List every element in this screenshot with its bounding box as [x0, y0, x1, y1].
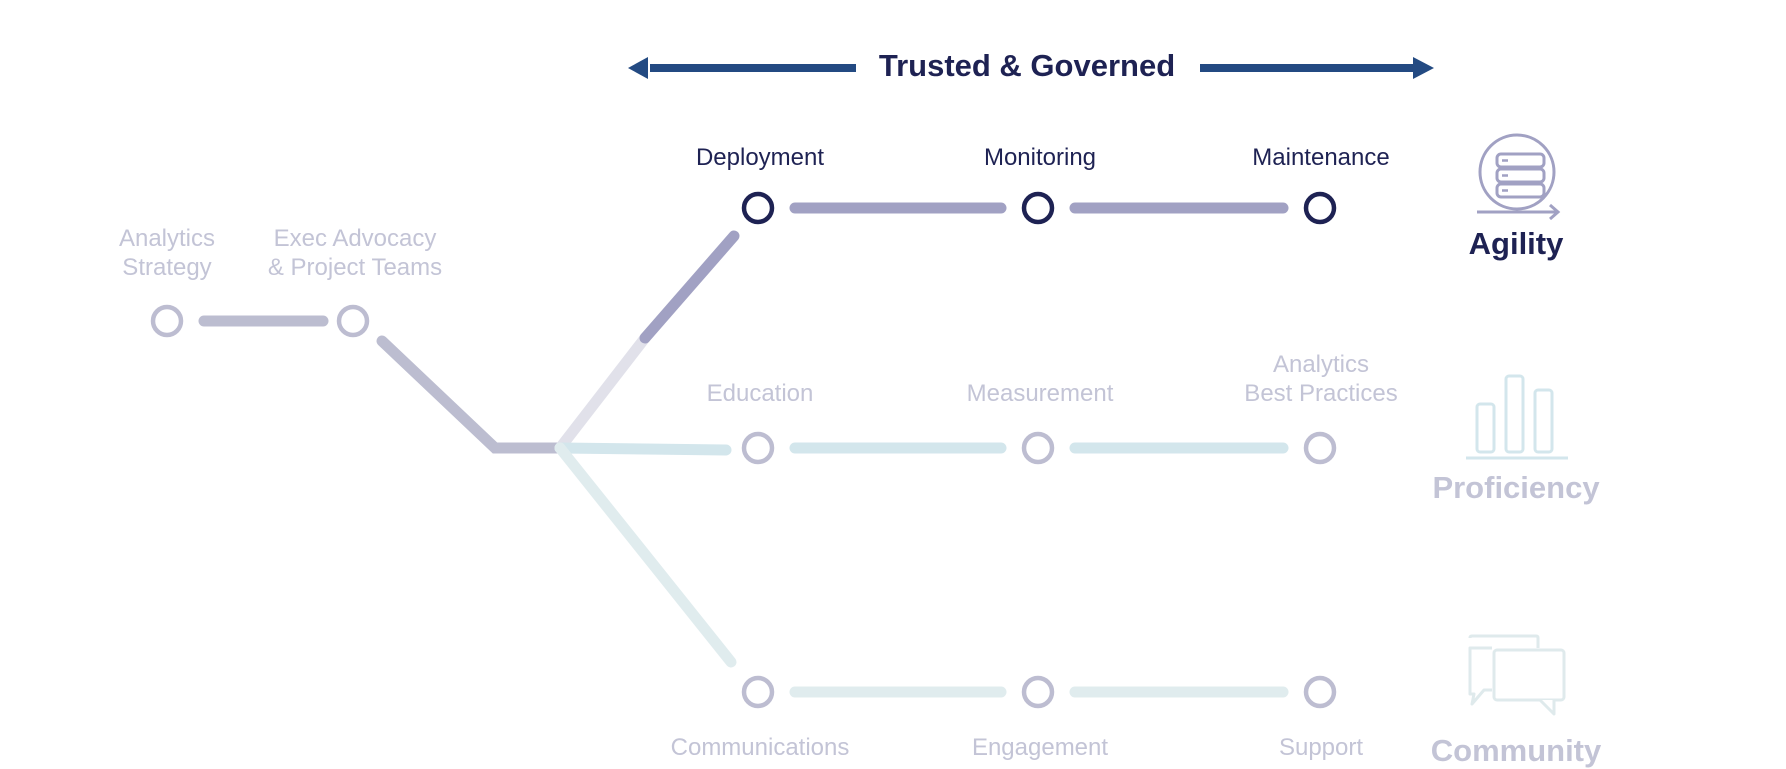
node-proficiency-3	[1303, 431, 1337, 465]
category-community: Community	[1430, 733, 1602, 768]
category-agility: Agility	[1468, 226, 1564, 261]
node-label-measurement: Measurement	[966, 380, 1114, 407]
node-community-2	[1021, 675, 1055, 709]
node-proficiency-1	[741, 431, 775, 465]
roadmap-diagram: Trusted & Governed Analytics Strategy Ex…	[0, 0, 1786, 768]
node-label-engagement: Engagement	[971, 734, 1109, 761]
node-proficiency-2	[1021, 431, 1055, 465]
node-community-1	[741, 675, 775, 709]
node-label-monitoring: Monitoring	[983, 144, 1097, 171]
node-label-analytics-strategy: Analytics Strategy	[118, 225, 216, 281]
branch-proficiency	[554, 442, 732, 456]
branch-community	[554, 442, 737, 668]
node-agility-3	[1303, 191, 1337, 225]
arrow-right-shaft	[1200, 64, 1414, 72]
node-label-communications: Communications	[670, 734, 850, 761]
node-label-maintenance: Maintenance	[1252, 144, 1390, 171]
connector-exec-junction	[376, 335, 566, 454]
branch-agility-faded	[554, 332, 651, 454]
arrow-right-icon	[1413, 57, 1434, 79]
category-proficiency: Proficiency	[1432, 470, 1600, 505]
node-exec-advocacy	[336, 304, 370, 338]
branch-agility	[639, 230, 740, 344]
node-agility-1	[741, 191, 775, 225]
database-cycle-icon	[1477, 133, 1561, 220]
node-label-deployment: Deployment	[695, 144, 825, 171]
chat-bubbles-icon	[1468, 634, 1566, 716]
arrow-left-icon	[628, 57, 648, 79]
node-label-support: Support	[1278, 734, 1364, 761]
arrow-left-shaft	[650, 64, 856, 72]
node-label-analytics-best-practices: Analytics Best Practices	[1244, 351, 1398, 407]
header-title: Trusted & Governed	[878, 48, 1176, 83]
bar-chart-icon	[1466, 374, 1568, 460]
node-analytics-strategy	[150, 304, 184, 338]
node-agility-2	[1021, 191, 1055, 225]
node-label-exec-advocacy: Exec Advocacy & Project Teams	[267, 225, 443, 281]
node-label-education: Education	[706, 380, 814, 407]
node-community-3	[1303, 675, 1337, 709]
